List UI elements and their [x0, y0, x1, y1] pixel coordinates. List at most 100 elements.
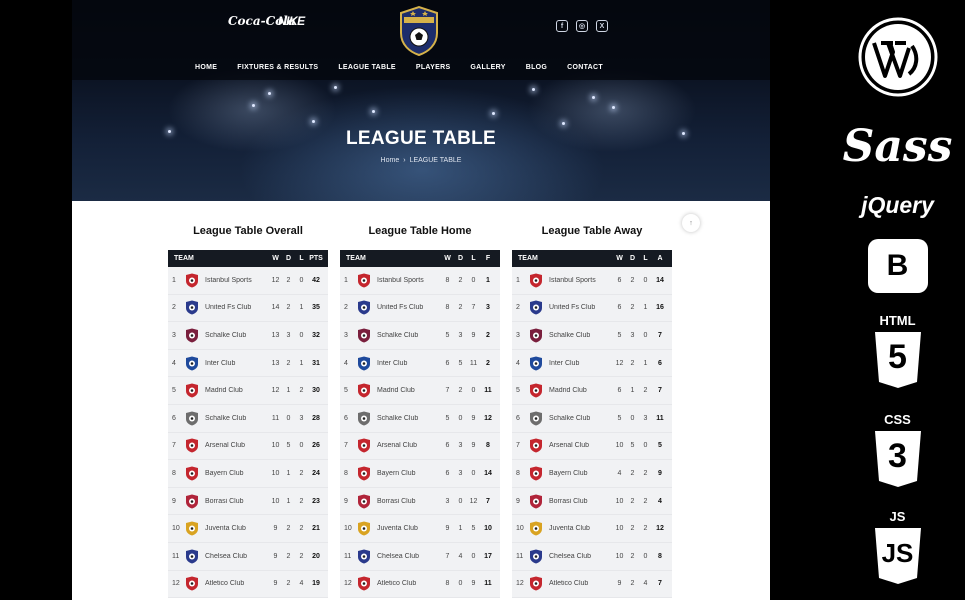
facebook-icon[interactable]: f	[556, 20, 568, 32]
team-name[interactable]: Atletico Club	[549, 580, 613, 587]
nav-contact[interactable]: CONTACT	[567, 64, 603, 71]
table-row[interactable]: 7 Arsenal Club 10 5 0 26	[168, 433, 328, 461]
table-row[interactable]: 4 Inter Club 13 2 1 31	[168, 350, 328, 378]
x-twitter-icon[interactable]: X	[596, 20, 608, 32]
team-name[interactable]: United Fs Club	[377, 304, 441, 311]
table-row[interactable]: 9 Borrasi Club 3 0 12 7	[340, 488, 500, 516]
table-row[interactable]: 9 Borrasi Club 10 2 2 4	[512, 488, 672, 516]
table-row[interactable]: 2 United Fs Club 8 2 7 3	[340, 295, 500, 323]
position-cell: 11	[516, 552, 524, 560]
table-row[interactable]: 7 Arsenal Club 6 3 9 8	[340, 433, 500, 461]
team-name[interactable]: Juventa Club	[205, 525, 269, 532]
nav-fixtures-results[interactable]: FIXTURES & RESULTS	[237, 64, 318, 71]
table-row[interactable]: 10 Juventa Club 9 2 2 21	[168, 515, 328, 543]
team-name[interactable]: Schalke Club	[549, 415, 613, 422]
team-name[interactable]: Borrasi Club	[549, 498, 613, 505]
stat-cell: 12	[469, 497, 478, 505]
table-row[interactable]: 4 Inter Club 6 5 11 2	[340, 350, 500, 378]
stat-cell: 2	[643, 525, 648, 533]
position-cell: 1	[516, 276, 520, 284]
table-row[interactable]: 3 Schalke Club 5 3 9 2	[340, 322, 500, 350]
team-name[interactable]: Schalke Club	[549, 332, 613, 339]
breadcrumb-home[interactable]: Home	[381, 157, 400, 164]
team-name[interactable]: United Fs Club	[549, 304, 613, 311]
table-row[interactable]: 3 Schalke Club 13 3 0 32	[168, 322, 328, 350]
team-name[interactable]: Istanbul Sports	[377, 277, 441, 284]
team-name[interactable]: Schalke Club	[205, 415, 269, 422]
team-name[interactable]: Bayern Club	[549, 470, 613, 477]
table-row[interactable]: 4 Inter Club 12 2 1 6	[512, 350, 672, 378]
table-row[interactable]: 5 Madrid Club 6 1 2 7	[512, 377, 672, 405]
table-row[interactable]: 5 Madrid Club 7 2 0 11	[340, 377, 500, 405]
table-row[interactable]: 11 Chelsea Club 7 4 0 17	[340, 543, 500, 571]
team-name[interactable]: United Fs Club	[205, 304, 269, 311]
stat-cell: 9	[273, 580, 278, 588]
total-cell: 4	[658, 497, 662, 505]
scroll-to-top-button[interactable]: ↑	[682, 214, 700, 232]
team-name[interactable]: Chelsea Club	[205, 553, 269, 560]
team-name[interactable]: Madrid Club	[205, 387, 269, 394]
team-name[interactable]: Madrid Club	[377, 387, 441, 394]
html5-logo-icon: HTML 5	[830, 314, 965, 390]
team-name[interactable]: Inter Club	[549, 360, 613, 367]
team-name[interactable]: Schalke Club	[205, 332, 269, 339]
nav-players[interactable]: PLAYERS	[416, 64, 451, 71]
team-name[interactable]: Borrasi Club	[377, 498, 441, 505]
nav-blog[interactable]: BLOG	[526, 64, 547, 71]
table-row[interactable]: 10 Juventa Club 10 2 2 12	[512, 515, 672, 543]
team-name[interactable]: Juventa Club	[549, 525, 613, 532]
table-row[interactable]: 6 Schalke Club 5 0 9 12	[340, 405, 500, 433]
stat-cell: 2	[286, 552, 291, 560]
instagram-icon[interactable]: ◎	[576, 20, 588, 32]
table-row[interactable]: 1 Istanbul Sports 12 2 0 42	[168, 267, 328, 295]
table-row[interactable]: 9 Borrasi Club 10 1 2 23	[168, 488, 328, 516]
table-row[interactable]: 10 Juventa Club 9 1 5 10	[340, 515, 500, 543]
table-row[interactable]: 1 Istanbul Sports 6 2 0 14	[512, 267, 672, 295]
table-row[interactable]: 12 Atletico Club 9 2 4 19	[168, 571, 328, 599]
team-name[interactable]: Atletico Club	[205, 580, 269, 587]
table-row[interactable]: 8 Bayern Club 10 1 2 24	[168, 460, 328, 488]
column-header: TEAM	[346, 255, 366, 262]
team-name[interactable]: Juventa Club	[377, 525, 441, 532]
team-name[interactable]: Istanbul Sports	[549, 277, 613, 284]
nav-home[interactable]: HOME	[195, 64, 217, 71]
table-row[interactable]: 7 Arsenal Club 10 5 0 5	[512, 433, 672, 461]
table-row[interactable]: 2 United Fs Club 14 2 1 35	[168, 295, 328, 323]
table-row[interactable]: 1 Istanbul Sports 8 2 0 1	[340, 267, 500, 295]
team-name[interactable]: Inter Club	[377, 360, 441, 367]
team-name[interactable]: Atletico Club	[377, 580, 441, 587]
team-name[interactable]: Borrasi Club	[205, 498, 269, 505]
team-name[interactable]: Arsenal Club	[549, 442, 613, 449]
team-name[interactable]: Schalke Club	[377, 415, 441, 422]
table-row[interactable]: 5 Madrid Club 12 1 2 30	[168, 377, 328, 405]
team-name[interactable]: Bayern Club	[377, 470, 441, 477]
table-row[interactable]: 8 Bayern Club 6 3 0 14	[340, 460, 500, 488]
team-name[interactable]: Arsenal Club	[205, 442, 269, 449]
team-name[interactable]: Schalke Club	[377, 332, 441, 339]
table-row[interactable]: 6 Schalke Club 11 0 3 28	[168, 405, 328, 433]
team-name[interactable]: Istanbul Sports	[205, 277, 269, 284]
nav-league-table[interactable]: LEAGUE TABLE	[338, 64, 396, 71]
position-cell: 5	[516, 387, 520, 395]
table-row[interactable]: 11 Chelsea Club 10 2 0 8	[512, 543, 672, 571]
team-name[interactable]: Inter Club	[205, 360, 269, 367]
team-name[interactable]: Chelsea Club	[549, 553, 613, 560]
club-crest-logo[interactable]	[397, 5, 441, 57]
table-row[interactable]: 2 United Fs Club 6 2 1 16	[512, 295, 672, 323]
nav-gallery[interactable]: GALLERY	[470, 64, 505, 71]
table-row[interactable]: 12 Atletico Club 9 2 4 7	[512, 571, 672, 599]
stat-cell: 6	[617, 304, 622, 312]
stat-cell: 9	[471, 331, 476, 339]
team-crest-icon	[184, 383, 200, 399]
tech-stack: Sass jQuery B HTML 5 CSS 3 JS JS	[830, 0, 965, 600]
team-name[interactable]: Madrid Club	[549, 387, 613, 394]
team-name[interactable]: Bayern Club	[205, 470, 269, 477]
table-row[interactable]: 6 Schalke Club 5 0 3 11	[512, 405, 672, 433]
table-row[interactable]: 8 Bayern Club 4 2 2 9	[512, 460, 672, 488]
table-row[interactable]: 11 Chelsea Club 9 2 2 20	[168, 543, 328, 571]
table-row[interactable]: 3 Schalke Club 5 3 0 7	[512, 322, 672, 350]
table-row[interactable]: 12 Atletico Club 8 0 9 11	[340, 571, 500, 599]
nike-logo[interactable]: NIKE	[278, 14, 305, 28]
team-name[interactable]: Chelsea Club	[377, 553, 441, 560]
team-name[interactable]: Arsenal Club	[377, 442, 441, 449]
